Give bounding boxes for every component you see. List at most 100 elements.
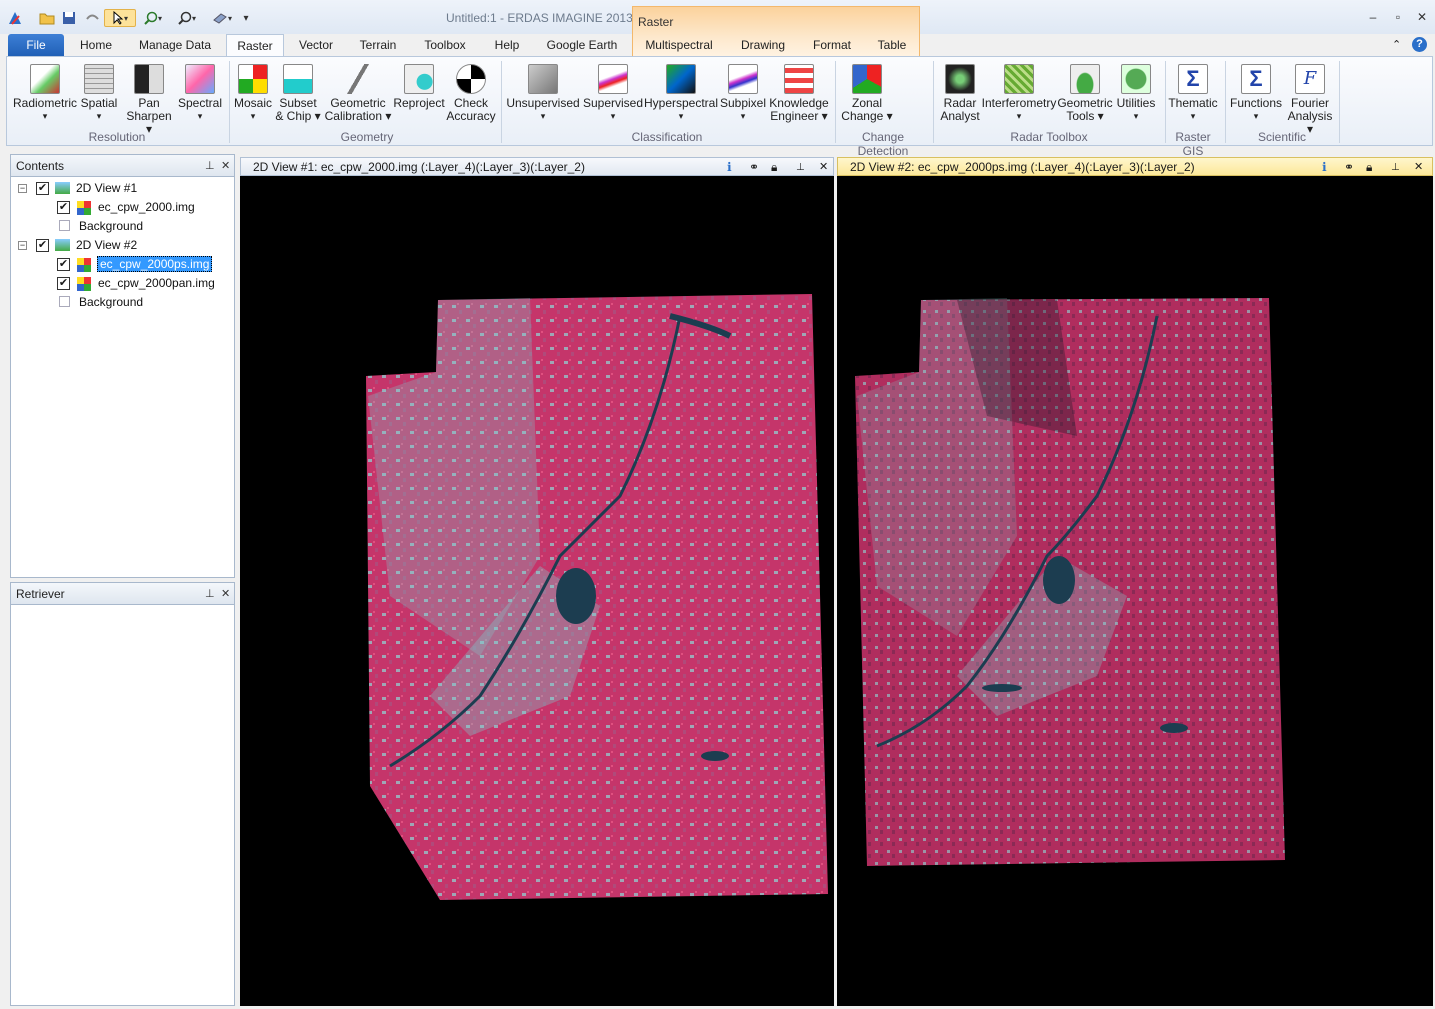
geometric-tools-button[interactable]: Geometric Tools ▾: [1057, 61, 1113, 127]
geometric-calibration-button[interactable]: Geometric Calibration ▾: [323, 61, 393, 127]
tab-raster[interactable]: Raster: [226, 34, 284, 57]
tab-format[interactable]: Format: [806, 34, 858, 57]
collapse-icon[interactable]: −: [18, 241, 27, 250]
utilities-button[interactable]: Utilities ▾: [1111, 61, 1161, 127]
layer-checkbox[interactable]: ✔: [57, 258, 70, 271]
utilities-leaf-icon: [1121, 64, 1151, 94]
interferometry-button[interactable]: Interferometry ▾: [981, 61, 1057, 127]
tree-layer-ec-cpw-2000ps[interactable]: ec_cpw_2000ps.img: [97, 256, 213, 272]
view1-satellite-image: [366, 294, 828, 900]
check-accuracy-button[interactable]: Check Accuracy: [445, 61, 497, 127]
help-icon[interactable]: ?: [1412, 37, 1427, 52]
customize-icon[interactable]: ▾: [240, 9, 252, 27]
zonal-change-button[interactable]: Zonal Change ▾: [837, 61, 897, 127]
radiometric-icon: [30, 64, 60, 94]
tab-drawing[interactable]: Drawing: [734, 34, 792, 57]
close-icon[interactable]: ✕: [819, 158, 828, 177]
button-sublabel: ▾: [42, 111, 48, 121]
subpixel-button[interactable]: Subpixel ▾: [717, 61, 769, 127]
unsupervised-icon: [528, 64, 558, 94]
fourier-icon: F: [1295, 64, 1325, 94]
eraser-icon[interactable]: ▾: [208, 9, 236, 27]
layer-checkbox[interactable]: ✔: [57, 201, 70, 214]
tab-google-earth[interactable]: Google Earth: [540, 34, 624, 57]
button-sublabel: ▾: [1133, 111, 1139, 121]
view1-checkbox[interactable]: ✔: [36, 182, 49, 195]
spectral-button[interactable]: Spectral ▾: [175, 61, 225, 127]
contents-title: Contents: [16, 159, 65, 173]
tab-table[interactable]: Table: [870, 34, 914, 57]
view2-checkbox[interactable]: ✔: [36, 239, 49, 252]
minimize-icon[interactable]: –: [1365, 10, 1381, 24]
close-icon[interactable]: ✕: [221, 159, 230, 172]
info-icon[interactable]: ℹ: [727, 158, 732, 177]
group-change-detection: Change Detection: [857, 130, 909, 158]
tab-help[interactable]: Help: [486, 34, 528, 57]
close-icon[interactable]: ✕: [221, 587, 230, 600]
radar-analyst-button[interactable]: Radar Analyst: [935, 61, 985, 127]
supervised-button[interactable]: Supervised ▾: [581, 61, 645, 127]
tab-terrain[interactable]: Terrain: [352, 34, 404, 57]
unsupervised-button[interactable]: Unsupervised ▾: [503, 61, 583, 127]
contents-panel: Contents ⊥ ✕ − ✔ 2D View #1 ✔ ec_cpw_200…: [10, 154, 235, 578]
view-splitter[interactable]: [834, 157, 837, 1007]
reproject-button[interactable]: Reproject: [391, 61, 447, 127]
view1-canvas[interactable]: [240, 176, 834, 1006]
tree-view-1[interactable]: 2D View #1: [76, 181, 137, 195]
thematic-button[interactable]: Σ Thematic ▾: [1167, 61, 1219, 127]
compass-icon: [343, 64, 373, 94]
link-icon[interactable]: ⚭: [749, 158, 759, 177]
tab-file[interactable]: File: [8, 34, 64, 57]
pin-icon[interactable]: ⊥: [205, 159, 215, 172]
link-icon[interactable]: ⚭: [1344, 158, 1354, 177]
tree-layer-ec-cpw-2000[interactable]: ec_cpw_2000.img: [98, 200, 195, 214]
pin-icon[interactable]: ⊥: [796, 158, 805, 177]
save-icon[interactable]: [60, 9, 78, 27]
tab-manage-data[interactable]: Manage Data: [132, 34, 218, 57]
collapse-icon[interactable]: −: [18, 184, 27, 193]
button-sublabel: ▾: [678, 111, 684, 121]
tree-background-2[interactable]: Background: [79, 295, 143, 309]
select-pointer-icon[interactable]: ▾: [104, 9, 136, 27]
tab-toolbox[interactable]: Toolbox: [416, 34, 474, 57]
tree-layer-ec-cpw-2000pan[interactable]: ec_cpw_2000pan.img: [98, 276, 215, 290]
button-sublabel: ▾: [1016, 111, 1022, 121]
functions-button[interactable]: Σ Functions ▾: [1229, 61, 1283, 127]
tab-multispectral[interactable]: Multispectral: [638, 34, 720, 57]
subset-chip-icon: [283, 64, 313, 94]
layer-checkbox[interactable]: ✔: [57, 277, 70, 290]
pin-icon[interactable]: ⊥: [205, 587, 215, 600]
app-logo-icon[interactable]: [6, 9, 24, 27]
close-icon[interactable]: ✕: [1414, 158, 1423, 177]
close-icon[interactable]: ✕: [1414, 10, 1430, 24]
radiometric-button[interactable]: Radiometric ▾: [11, 61, 79, 127]
view2-canvas[interactable]: [837, 176, 1433, 1006]
undo-icon[interactable]: [83, 9, 101, 27]
ribbon-minimize-icon[interactable]: ⌃: [1392, 38, 1401, 51]
background-checkbox[interactable]: [59, 296, 70, 307]
subset-chip-button[interactable]: Subset & Chip ▾: [273, 61, 323, 127]
lock-icon[interactable]: 🔒︎: [1366, 158, 1372, 177]
zoom-out-icon[interactable]: ▾: [174, 9, 200, 27]
view2-titlebar[interactable]: 2D View #2: ec_cpw_2000ps.img (:Layer_4)…: [837, 157, 1433, 176]
tree-background-1[interactable]: Background: [79, 219, 143, 233]
hyperspectral-button[interactable]: Hyperspectral ▾: [643, 61, 719, 127]
lock-icon[interactable]: 🔒︎: [771, 158, 777, 177]
knowledge-engineer-button[interactable]: Knowledge Engineer ▾: [767, 61, 831, 127]
zoom-in-icon[interactable]: ▾: [140, 9, 166, 27]
button-label: Thematic: [1168, 96, 1218, 110]
pin-icon[interactable]: ⊥: [1391, 158, 1400, 177]
tab-home[interactable]: Home: [72, 34, 120, 57]
open-folder-icon[interactable]: [38, 9, 56, 27]
maximize-icon[interactable]: ▫: [1390, 10, 1406, 24]
button-label: Spectral: [177, 96, 223, 110]
mosaic-button[interactable]: Mosaic ▾: [231, 61, 275, 127]
pan-sharpen-button[interactable]: Pan Sharpen ▾: [123, 61, 175, 136]
info-icon[interactable]: ℹ: [1322, 158, 1327, 177]
background-checkbox[interactable]: [59, 220, 70, 231]
view1-titlebar[interactable]: 2D View #1: ec_cpw_2000.img (:Layer_4)(:…: [240, 157, 834, 176]
tab-vector[interactable]: Vector: [290, 34, 342, 57]
tree-view-2[interactable]: 2D View #2: [76, 238, 137, 252]
fourier-analysis-button[interactable]: F Fourier Analysis ▾: [1283, 61, 1337, 136]
spatial-button[interactable]: Spatial ▾: [77, 61, 121, 127]
